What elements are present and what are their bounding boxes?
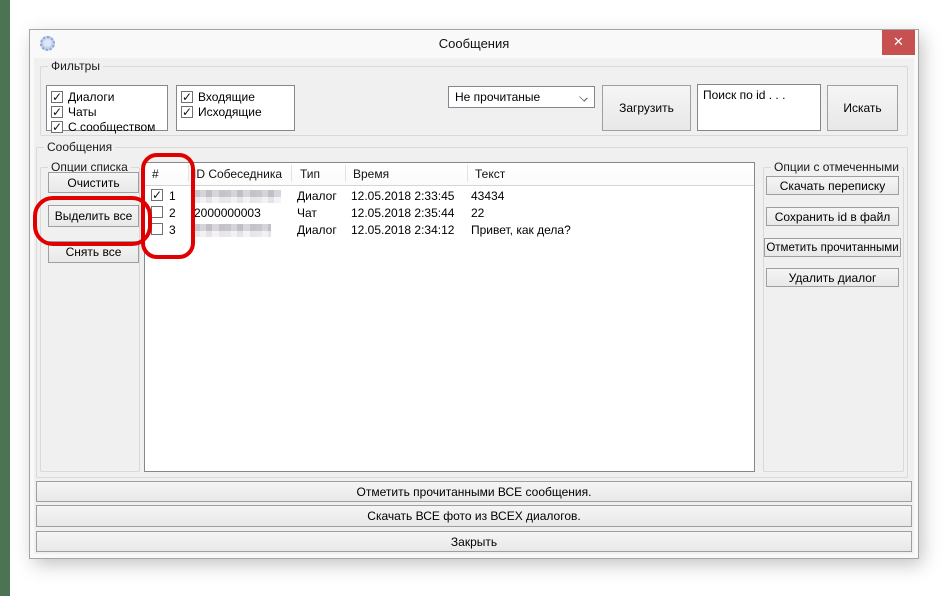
row-checkbox[interactable] — [151, 223, 163, 235]
filters-group-label: Фильтры — [48, 59, 103, 73]
table-header: # ID Собеседника Тип Время Текст — [145, 163, 754, 186]
row-type: Диалог — [297, 189, 337, 203]
mark-all-read-button[interactable]: Отметить прочитанными ВСЕ сообщения. — [36, 481, 912, 502]
checkbox-outgoing[interactable]: Исходящие — [181, 104, 290, 119]
column-separator — [345, 165, 346, 182]
dropdown-selected-value: Не прочитаные — [455, 90, 540, 104]
checkbox-checked-icon — [51, 106, 63, 118]
checkbox-checked-icon — [181, 91, 193, 103]
censored-id-blur — [194, 224, 271, 237]
row-type: Диалог — [297, 223, 337, 237]
table-row: ✓ 1 Диалог 12.05.2018 2:33:45 43434 — [145, 187, 754, 204]
row-time: 12.05.2018 2:35:44 — [351, 206, 454, 220]
read-status-dropdown[interactable]: Не прочитаные — [448, 86, 595, 108]
clear-button[interactable]: Очистить — [48, 172, 139, 193]
mark-as-read-button[interactable]: Отметить прочитанными — [764, 238, 901, 257]
row-number: 3 — [169, 223, 176, 237]
column-separator — [188, 165, 189, 182]
save-id-to-file-button[interactable]: Сохранить id в файл — [766, 207, 899, 226]
table-row: 3 Диалог 12.05.2018 2:34:12 Привет, как дел… — [145, 221, 754, 238]
checkbox-dialogs[interactable]: Диалоги — [51, 89, 163, 104]
download-all-photos-button[interactable]: Скачать ВСЕ фото из ВСЕХ диалогов. — [36, 505, 912, 527]
dialog-type-filter-panel: Диалоги Чаты С сообществом — [46, 85, 168, 131]
direction-filter-panel: Входящие Исходящие — [176, 85, 295, 131]
select-all-button[interactable]: Выделить все — [48, 205, 139, 227]
window-title: Сообщения — [30, 36, 918, 51]
row-text: 22 — [471, 206, 484, 220]
checkbox-checked-icon — [51, 121, 63, 133]
page-left-edge-strip — [0, 0, 10, 596]
checkbox-checked-icon — [51, 91, 63, 103]
column-header-time[interactable]: Время — [353, 167, 389, 181]
row-text: Привет, как дела? — [471, 223, 571, 237]
column-header-id[interactable]: ID Собеседника — [193, 167, 282, 181]
table-row: 2 2000000003 Чат 12.05.2018 2:35:44 22 — [145, 204, 754, 221]
checkbox-label: Диалоги — [68, 90, 114, 104]
search-button[interactable]: Искать — [827, 85, 898, 131]
search-id-input[interactable]: Поиск по id . . . — [697, 84, 821, 131]
chevron-down-icon — [579, 93, 587, 101]
checkbox-label: Чаты — [68, 105, 97, 119]
close-button[interactable]: ✕ — [882, 30, 915, 55]
column-separator — [467, 165, 468, 182]
row-text: 43434 — [471, 189, 504, 203]
title-bar: Сообщения ✕ — [30, 30, 918, 58]
close-window-button[interactable]: Закрыть — [36, 531, 912, 552]
row-number: 1 — [169, 189, 176, 203]
load-button[interactable]: Загрузить — [602, 85, 691, 131]
messages-table: # ID Собеседника Тип Время Текст ✓ 1 Диало… — [144, 162, 755, 472]
row-interlocutor-id: 2000000003 — [194, 206, 261, 220]
messages-window: Сообщения ✕ Фильтры Диалоги Чаты С сообщ… — [30, 30, 918, 558]
download-correspondence-button[interactable]: Скачать переписку — [766, 176, 899, 195]
delete-dialog-button[interactable]: Удалить диалог — [766, 268, 899, 287]
checkbox-chats[interactable]: Чаты — [51, 104, 163, 119]
checkbox-checked-icon — [181, 106, 193, 118]
row-checkbox[interactable] — [151, 206, 163, 218]
censored-id-blur — [194, 190, 281, 203]
row-time: 12.05.2018 2:34:12 — [351, 223, 454, 237]
deselect-all-button[interactable]: Снять все — [48, 241, 139, 263]
checkbox-label: С сообществом — [68, 120, 155, 134]
row-number: 2 — [169, 206, 176, 220]
column-header-num[interactable]: # — [152, 167, 159, 181]
column-separator — [291, 165, 292, 182]
marked-options-group-label: Опции с отмеченными — [771, 160, 902, 174]
row-time: 12.05.2018 2:33:45 — [351, 189, 454, 203]
checkbox-label: Входящие — [198, 90, 255, 104]
column-header-text[interactable]: Текст — [475, 167, 505, 181]
checkbox-label: Исходящие — [198, 105, 262, 119]
checkbox-communities[interactable]: С сообществом — [51, 119, 163, 134]
row-checkbox[interactable]: ✓ — [151, 189, 163, 201]
row-type: Чат — [297, 206, 317, 220]
checkbox-incoming[interactable]: Входящие — [181, 89, 290, 104]
messages-group-label: Сообщения — [44, 140, 115, 154]
column-header-type[interactable]: Тип — [300, 167, 320, 181]
